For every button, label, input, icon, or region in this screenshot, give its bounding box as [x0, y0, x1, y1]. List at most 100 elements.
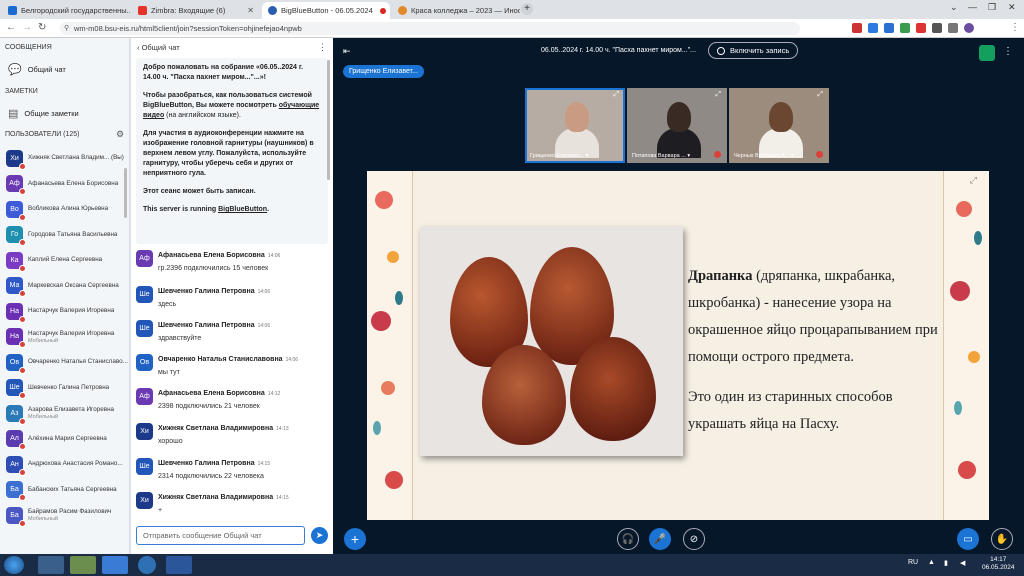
user-name: Андрюхова Анастасия Романо...: [28, 460, 123, 467]
profile-avatar-icon[interactable]: [964, 23, 974, 33]
user-list-item[interactable]: Во Вобликова Алина Юрьевна: [6, 199, 128, 221]
browser-tab-3-active[interactable]: BigBlueButton - 06.05.2024 ✕: [262, 2, 390, 19]
extension-icon[interactable]: [852, 23, 862, 33]
user-name: Настарчук Валерия Игоревна: [28, 307, 115, 314]
maximize-icon[interactable]: ❐: [988, 2, 996, 13]
browser-tab-4[interactable]: Краса колледжа – 2023 — Инос... ✕: [392, 2, 520, 19]
user-list-item[interactable]: Ал Алёхина Мария Сергеевна: [6, 429, 128, 450]
language-indicator[interactable]: RU: [908, 559, 918, 566]
webcam-tile-3[interactable]: Черных Вероника А... ▾ ⤢: [729, 88, 829, 163]
bigbluebutton-link[interactable]: BigBlueButton: [218, 206, 267, 213]
user-avatar: Аф: [6, 175, 26, 195]
settings-gear-icon[interactable]: ⚙: [116, 129, 124, 140]
presentation-slide[interactable]: ⤢ Драпанка (дряпанка, шкрабанка, шкробан…: [367, 171, 989, 520]
public-chat-label: Общий чат: [27, 65, 66, 74]
webcam-tile-1[interactable]: Грищенко Елизавет... ▾ ⤢: [525, 88, 625, 163]
forward-icon[interactable]: →: [22, 22, 32, 33]
user-list-item[interactable]: На Настарчук Валерия Игоревна Мобильный: [6, 327, 128, 348]
back-icon[interactable]: ←: [6, 22, 16, 33]
close-tab-icon[interactable]: ✕: [247, 6, 254, 15]
user-list-item[interactable]: Хи Хижняк Светлана Владим... (Вы): [6, 148, 128, 170]
meeting-title: 06.05..2024 г. 14.00 ч. "Пасха пахнет ми…: [541, 47, 697, 54]
extension-icon[interactable]: [868, 23, 878, 33]
close-window-icon[interactable]: ✕: [1008, 2, 1016, 13]
tab-search-icon[interactable]: ⌄: [950, 2, 958, 13]
user-list-toggle-icon[interactable]: ⇤: [343, 46, 351, 57]
more-options-icon[interactable]: ⋮: [318, 42, 327, 53]
options-menu-icon[interactable]: ⋮: [1003, 46, 1013, 57]
muted-mic-icon: [19, 188, 26, 195]
reload-icon[interactable]: ↻: [38, 22, 46, 33]
sender-avatar: Ов: [136, 354, 153, 371]
tab-title: BigBlueButton - 06.05.2024: [281, 6, 373, 15]
ie-taskbar-icon[interactable]: [102, 556, 128, 574]
sender-avatar: Ше: [136, 458, 153, 475]
user-list-item[interactable]: На Настарчук Валерия Игоревна: [6, 301, 128, 323]
user-list-scrollbar[interactable]: [124, 168, 127, 218]
system-clock[interactable]: 14:17 06.05.2024: [982, 556, 1015, 572]
start-recording-button[interactable]: Включить запись: [708, 42, 799, 59]
raise-hand-button[interactable]: ✋: [991, 528, 1013, 550]
public-chat-item[interactable]: 💬 Общий чат: [8, 63, 66, 76]
chevron-left-icon[interactable]: ‹: [137, 43, 140, 52]
shared-notes-item[interactable]: ▤ Общие заметки: [8, 107, 79, 120]
fullscreen-icon[interactable]: ⤢: [715, 91, 721, 99]
explorer-taskbar-icon[interactable]: [38, 556, 64, 574]
actions-plus-button[interactable]: +: [344, 528, 366, 550]
user-list-item[interactable]: Ма Маркевская Оксана Сергеевна: [6, 276, 128, 297]
mute-button[interactable]: 🎤: [649, 528, 671, 550]
media-taskbar-icon[interactable]: [70, 556, 96, 574]
bbb-favicon-icon: [268, 6, 277, 15]
url-field[interactable]: ⚲ wm-m08.bsu-eis.ru/html5client/join?ses…: [60, 22, 800, 35]
sender-name: Шевченко Галина Петровна 14:06: [158, 322, 271, 329]
flower-decoration: [956, 201, 972, 217]
user-list-item[interactable]: Аф Афанасьева Елена Борисовна: [6, 174, 128, 195]
new-tab-button[interactable]: +: [521, 3, 533, 15]
user-list-item[interactable]: Ше Шевченко Галина Петровна: [6, 378, 128, 399]
sidepanel-icon[interactable]: [948, 23, 958, 33]
site-info-icon[interactable]: ⚲: [64, 22, 69, 35]
webcam-label[interactable]: Потапова Варвара ... ▾: [632, 153, 690, 159]
user-list-item[interactable]: Го Городова Татьяна Васильевна: [6, 225, 128, 246]
chrome-taskbar-icon[interactable]: [138, 556, 156, 574]
user-list-item[interactable]: Ан Андрюхова Анастасия Романо...: [6, 454, 128, 476]
share-webcam-button[interactable]: ⊘: [683, 528, 705, 550]
fullscreen-icon[interactable]: ⤢: [817, 91, 823, 99]
extension-icon[interactable]: [900, 23, 910, 33]
chat-scrollbar[interactable]: [327, 60, 330, 180]
extensions-puzzle-icon[interactable]: [932, 23, 942, 33]
presentation-toggle-button[interactable]: ▭: [957, 528, 979, 550]
chat-header[interactable]: ‹ Общий чат: [137, 43, 180, 52]
leave-audio-button[interactable]: 🎧: [617, 528, 639, 550]
webcam-label[interactable]: Грищенко Елизавет... ▾: [530, 153, 588, 159]
sender-name: Шевченко Галина Петровна 14:06: [158, 288, 271, 295]
network-icon[interactable]: ▮: [944, 559, 948, 567]
muted-mic-icon: [19, 519, 26, 527]
extension-icon[interactable]: [916, 23, 926, 33]
word-taskbar-icon[interactable]: [166, 556, 192, 574]
browser-tab-1[interactable]: Белгородский государственны... ✕: [2, 2, 130, 19]
user-list-item[interactable]: Ка Каплий Елена Сергеевна: [6, 250, 128, 272]
connection-status-icon[interactable]: [979, 45, 995, 61]
tray-arrow-icon[interactable]: ▲: [928, 559, 935, 566]
send-message-button[interactable]: ➤: [311, 527, 328, 544]
participant-face: [565, 102, 589, 132]
webcam-label[interactable]: Черных Вероника А... ▾: [734, 153, 794, 159]
user-list-item[interactable]: Ов Овчаренко Наталья Станиславо...: [6, 352, 128, 374]
browser-tab-2[interactable]: Zimbra: Входящие (6) ✕: [132, 2, 260, 19]
volume-icon[interactable]: ◀: [960, 559, 965, 567]
chat-message-input[interactable]: Отправить сообщение Общий чат: [136, 526, 305, 545]
webcam-tile-2[interactable]: Потапова Варвара ... ▾ ⤢: [627, 88, 727, 163]
fullscreen-slide-icon[interactable]: ⤢: [970, 175, 977, 186]
user-list-item[interactable]: Ба Бабанских Татьяна Сергеевна: [6, 480, 128, 501]
fullscreen-icon[interactable]: ⤢: [613, 91, 619, 99]
minimize-icon[interactable]: —: [968, 2, 977, 12]
muted-mic-icon: [19, 315, 26, 323]
extension-icon[interactable]: [884, 23, 894, 33]
user-name: Настарчук Валерия Игоревна: [28, 329, 115, 337]
browser-menu-icon[interactable]: ⋮: [1010, 22, 1020, 33]
start-button[interactable]: [4, 556, 24, 574]
user-list-item[interactable]: Аз Азарова Елизавета Игоревна Мобильный: [6, 403, 128, 425]
presentation-area: ⇤ 06.05..2024 г. 14.00 ч. "Пасха пахнет …: [333, 38, 1024, 554]
user-list-item[interactable]: Ба Байрамов Расим Фазилович Мобильный: [6, 505, 128, 527]
